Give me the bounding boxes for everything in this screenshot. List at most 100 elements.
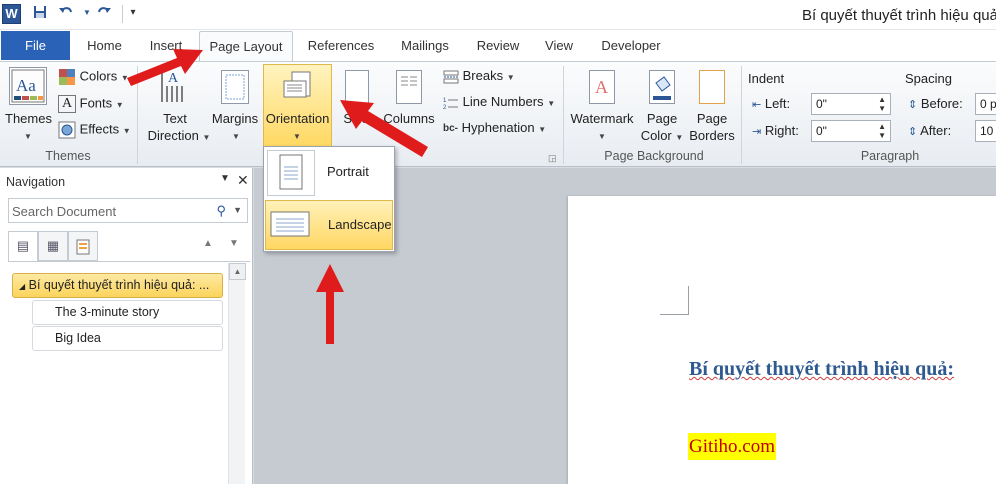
themes-icon: Aa [9, 67, 47, 105]
chevron-down-icon: ▼ [293, 132, 301, 141]
results-view-icon[interactable] [68, 231, 98, 261]
redo-icon[interactable] [96, 5, 112, 21]
margin-corner-mark [660, 314, 689, 315]
red-arrow-icon [340, 100, 428, 157]
effects-button[interactable]: Effects ▼ [58, 121, 131, 139]
indent-left-field[interactable]: 0" ▲ ▼ [811, 93, 891, 115]
group-separator [741, 66, 742, 164]
indent-left-icon: ⇤ [752, 99, 762, 111]
list-item[interactable]: The 3-minute story [32, 300, 223, 325]
spin-arrows-icon[interactable]: ▲ ▼ [878, 95, 886, 113]
svg-text:A: A [595, 77, 608, 97]
margins-label: Margins [211, 111, 259, 126]
undo-icon[interactable] [58, 5, 74, 21]
breaks-button[interactable]: Breaks ▼ [443, 68, 515, 84]
search-icon[interactable]: ⚲ [216, 203, 226, 219]
page-color-label-1: Page [646, 111, 678, 126]
search-document-input[interactable]: Search Document ⚲ ▼ [8, 198, 248, 223]
spin-arrows-icon[interactable]: ▲ ▼ [878, 122, 886, 140]
portrait-label: Portrait [327, 164, 369, 179]
orientation-icon [282, 71, 314, 105]
indent-right-field[interactable]: 0" ▲ ▼ [811, 120, 891, 142]
navigation-pane: Navigation ▼ ✕ Search Document ⚲ ▼ ▤ ▦ ▲… [0, 168, 253, 484]
svg-text:1: 1 [443, 98, 447, 104]
margins-icon [221, 70, 249, 104]
colors-button[interactable]: Colors ▼ [58, 68, 129, 86]
tab-view[interactable]: View [536, 31, 582, 61]
navigation-view-tabs: ▤ ▦ [8, 231, 100, 261]
save-icon[interactable] [32, 5, 48, 21]
pane-options-icon[interactable]: ▼ [220, 173, 230, 184]
hyphenation-button[interactable]: bc‑ Hyphenation ▼ [443, 120, 546, 135]
fonts-icon: A [58, 95, 76, 113]
menu-item-landscape[interactable]: Landscape [265, 200, 393, 250]
svg-text:Aa: Aa [16, 76, 36, 95]
portrait-icon [267, 150, 315, 196]
undo-dropdown-icon[interactable]: ▼ [79, 5, 95, 21]
orientation-menu: Portrait Landscape [263, 146, 395, 252]
tab-developer[interactable]: Developer [592, 31, 670, 61]
text-direction-label-2: Direction ▼ [147, 128, 211, 143]
indent-left-label: ⇤ Left: [752, 96, 791, 111]
effects-icon [58, 121, 76, 139]
svg-text:2: 2 [443, 105, 447, 110]
page-borders-label-2: Borders [689, 128, 735, 143]
close-icon[interactable]: ✕ [237, 172, 249, 189]
hyphenation-label: Hyphenation [461, 120, 535, 135]
red-arrow-icon [127, 49, 203, 86]
colors-icon [59, 69, 75, 85]
page-borders-icon [699, 70, 725, 104]
watermark-icon: A [589, 70, 615, 104]
landscape-icon [267, 202, 315, 248]
spacing-after-icon: ⇕ [908, 126, 918, 138]
tab-references[interactable]: References [301, 31, 381, 61]
word-icon[interactable]: W [2, 4, 21, 24]
list-item[interactable]: ◢ Bí quyết thuyết trình hiệu quả: ... [12, 273, 223, 298]
collapse-icon[interactable]: ◢ [19, 282, 25, 291]
customize-icon[interactable]: ▾ [125, 5, 141, 21]
indent-right-label: ⇥ Right: [752, 123, 799, 138]
chevron-down-icon: ▼ [24, 132, 32, 141]
orientation-button[interactable]: Orientation ▼ [263, 64, 332, 151]
page-color-label-2: Color ▼ [640, 128, 684, 143]
highlighted-text[interactable]: Gitiho.com [688, 433, 777, 460]
tab-page-layout[interactable]: Page Layout [199, 31, 293, 61]
page-borders-label-1: Page [696, 111, 728, 126]
spacing-after-label: ⇕ After: [908, 123, 952, 138]
orientation-label: Orientation [265, 111, 330, 126]
tab-mailings[interactable]: Mailings [392, 31, 458, 61]
document-page[interactable] [568, 196, 996, 484]
next-heading-icon[interactable]: ▼ [229, 238, 239, 249]
themes-group-label: Themes [45, 149, 91, 163]
paragraph-group-label: Paragraph [860, 149, 920, 163]
scroll-up-icon[interactable]: ▲ [229, 263, 246, 280]
group-separator [563, 66, 564, 164]
pages-view-icon[interactable]: ▦ [38, 231, 68, 261]
tab-review[interactable]: Review [470, 31, 526, 61]
spacing-before-field[interactable]: 0 p [975, 93, 996, 115]
landscape-label: Landscape [328, 217, 392, 232]
spacing-after-field[interactable]: 10 [975, 120, 996, 142]
chevron-down-icon: ▼ [598, 132, 606, 141]
previous-heading-icon[interactable]: ▲ [203, 238, 213, 249]
spacing-before-icon: ⇕ [908, 99, 918, 111]
breaks-label: Breaks [462, 68, 504, 83]
fonts-button[interactable]: A Fonts ▼ [58, 95, 124, 113]
line-numbers-button[interactable]: 12 Line Numbers ▼ [443, 94, 555, 111]
themes-label: Themes [5, 111, 52, 126]
search-placeholder: Search Document [12, 204, 117, 219]
red-arrow-icon [316, 264, 344, 344]
indent-label: Indent [748, 71, 785, 86]
document-heading[interactable]: Bí quyết thuyết trình hiệu quả: [689, 358, 954, 381]
headings-view-icon[interactable]: ▤ [8, 231, 38, 261]
page-setup-launcher-icon[interactable]: ◲ [548, 153, 557, 164]
toolbar-separator [122, 5, 123, 23]
tab-home[interactable]: Home [80, 31, 129, 61]
tab-file[interactable]: File [1, 31, 70, 60]
scrollbar[interactable]: ▲ [228, 263, 246, 484]
list-item[interactable]: Big Idea [32, 326, 223, 351]
text-direction-label-1: Text [163, 111, 187, 126]
spacing-label: Spacing [905, 71, 952, 86]
fonts-label: Fonts [79, 95, 113, 111]
search-options-icon[interactable]: ▼ [233, 205, 242, 215]
